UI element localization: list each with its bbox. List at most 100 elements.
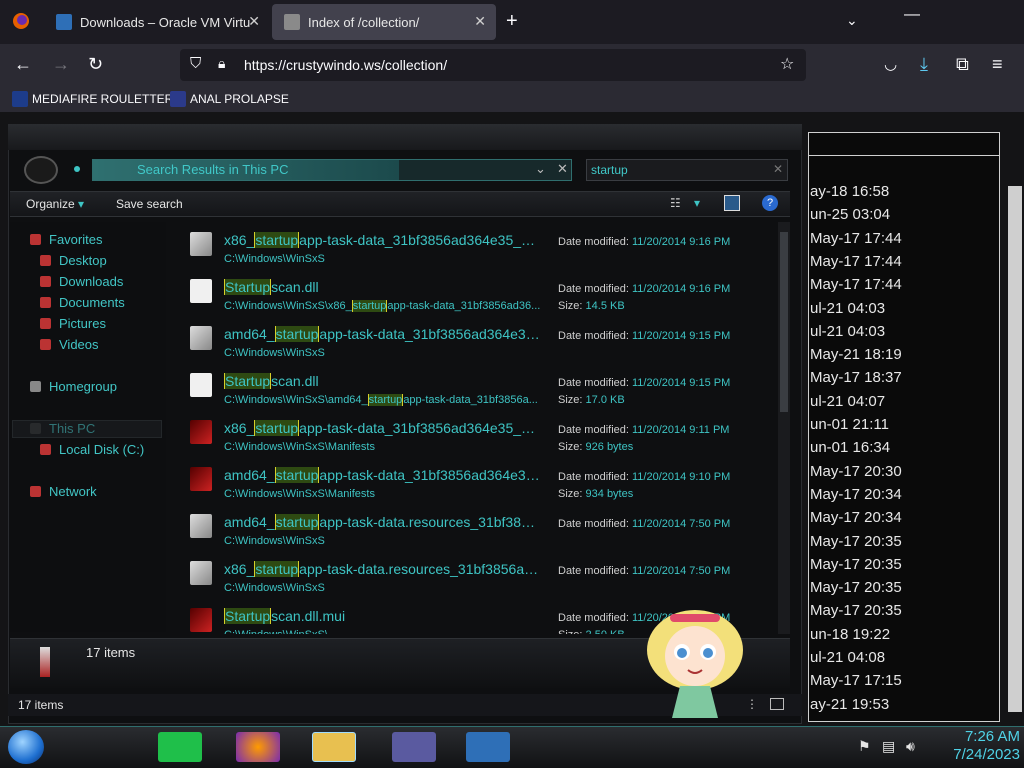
volume-icon[interactable]: 🔊︎: [906, 738, 915, 755]
flag-icon[interactable]: ⚑: [858, 738, 871, 755]
url-text[interactable]: https://crustywindo.ws/collection/: [244, 57, 447, 73]
forward-button[interactable]: →: [52, 54, 70, 75]
taskbar-explorer-icon[interactable]: [312, 732, 356, 762]
result-row[interactable]: x86_startupapp-task-data_31bf3856ad364e3…: [168, 222, 778, 269]
file-path: C:\Windows\WinSxS\Manifests: [224, 488, 375, 500]
bookmark-mediafire[interactable]: MEDIAFIRE ROULETTER: [12, 91, 173, 107]
file-name[interactable]: amd64_startupapp-task-data.resources_31b…: [224, 514, 542, 530]
search-clear-icon[interactable]: ✕: [773, 162, 783, 176]
file-icon: [190, 420, 212, 444]
address-dropdown-icon[interactable]: ⌄: [535, 161, 546, 177]
taskbar-clock[interactable]: 7:26 AM 7/24/2023: [930, 728, 1020, 764]
search-highlight: startup: [274, 326, 320, 342]
file-name[interactable]: Startupscan.dll: [224, 373, 542, 389]
search-query[interactable]: startup: [591, 163, 628, 177]
results-scroll-thumb[interactable]: [780, 232, 788, 412]
explorer-search-box[interactable]: startup ✕: [586, 159, 788, 181]
search-highlight: startup: [367, 394, 404, 406]
minimize-icon[interactable]: —: [904, 6, 920, 24]
firefox-menu-icon[interactable]: [12, 12, 30, 35]
nav-local-disk[interactable]: Local Disk (C:): [40, 442, 144, 457]
menu-icon[interactable]: ≡: [992, 54, 1003, 75]
save-search-button[interactable]: Save search: [116, 197, 183, 211]
listing-timestamp: un-01 16:34: [810, 439, 891, 457]
pocket-icon[interactable]: ◡: [884, 55, 897, 73]
view-dropdown-icon[interactable]: ▾: [694, 196, 700, 210]
desktop-icon: [40, 255, 51, 266]
taskbar-notes-icon[interactable]: [158, 732, 202, 762]
taskbar-window-icon[interactable]: [392, 732, 436, 762]
tab-index-collection[interactable]: Index of /collection/ ✕: [272, 4, 496, 40]
file-size: Size: 2.50 KB: [558, 629, 625, 634]
result-row[interactable]: amd64_startupapp-task-data.resources_31b…: [168, 504, 778, 551]
downloads-icon[interactable]: ⤓: [920, 54, 928, 75]
file-name[interactable]: Startupscan.dll.mui: [224, 608, 542, 624]
bookmark-favicon-icon: [170, 91, 186, 107]
listing-header: [808, 132, 1000, 156]
nav-downloads[interactable]: Downloads: [40, 274, 123, 289]
bookmarks-toolbar: MEDIAFIRE ROULETTER ANAL PROLAPSE: [0, 86, 1024, 112]
back-button[interactable]: ←: [14, 54, 32, 75]
listing-timestamp: May-17 18:37: [810, 369, 902, 387]
date-modified: Date modified: 11/20/2014 7:50 PM: [558, 518, 731, 530]
url-bar[interactable]: ⛉ 🔒︎ https://crustywindo.ws/collection/ …: [180, 49, 806, 81]
result-row[interactable]: amd64_startupapp-task-data_31bf3856ad364…: [168, 316, 778, 363]
lock-icon[interactable]: 🔒︎: [218, 55, 225, 72]
reload-button[interactable]: ↻: [88, 54, 103, 75]
nav-network[interactable]: Network: [30, 484, 97, 499]
nav-documents[interactable]: Documents: [40, 295, 125, 310]
taskbar-virtualbox-icon[interactable]: [466, 732, 510, 762]
bookmark-prolapse[interactable]: ANAL PROLAPSE: [170, 91, 289, 107]
new-tab-button[interactable]: +: [506, 10, 518, 33]
listing-timestamp: May-17 17:15: [810, 672, 902, 690]
file-name[interactable]: x86_startupapp-task-data_31bf3856ad364e3…: [224, 232, 542, 248]
start-button[interactable]: [8, 730, 44, 764]
result-row[interactable]: Startupscan.dll C:\Windows\WinSxS\amd64_s…: [168, 363, 778, 410]
close-tab-icon[interactable]: ✕: [474, 13, 486, 30]
nav-videos[interactable]: Videos: [40, 337, 99, 352]
result-row[interactable]: Startupscan.dll C:\Windows\WinSxS\x86_sta…: [168, 269, 778, 316]
date-modified: Date modified: 11/20/2014 9:16 PM: [558, 283, 731, 295]
forward-nav-icon[interactable]: [74, 166, 80, 172]
organize-button[interactable]: Organize ▾: [26, 197, 84, 211]
file-name[interactable]: x86_startupapp-task-data.resources_31bf3…: [224, 561, 542, 577]
nav-desktop[interactable]: Desktop: [40, 253, 107, 268]
listing-timestamp: ay-21 19:53: [810, 695, 890, 713]
page-scrollbar[interactable]: [1008, 186, 1022, 712]
nav-favorites[interactable]: Favorites: [30, 232, 102, 247]
listing-timestamp: un-01 21:11: [810, 416, 889, 433]
nav-label: Pictures: [59, 316, 106, 331]
view-options-icon[interactable]: ☷: [670, 196, 681, 210]
listing-timestamp: May-17 20:35: [810, 579, 902, 597]
address-clear-icon[interactable]: ✕: [557, 161, 568, 177]
file-path: C:\Windows\WinSxS\x86_startupapp-task-da…: [224, 300, 541, 312]
file-name[interactable]: x86_startupapp-task-data_31bf3856ad364e3…: [224, 420, 542, 436]
result-row[interactable]: x86_startupapp-task-data.resources_31bf3…: [168, 551, 778, 598]
shield-icon[interactable]: ⛉: [190, 55, 201, 72]
nav-homegroup[interactable]: Homegroup: [30, 379, 117, 394]
close-tab-icon[interactable]: ✕: [248, 13, 260, 30]
help-icon[interactable]: ?: [762, 195, 778, 211]
tab-virtualbox[interactable]: Downloads – Oracle VM Virtualbox ✕: [44, 4, 270, 40]
result-row[interactable]: amd64_startupapp-task-data_31bf3856ad364…: [168, 457, 778, 504]
nav-pictures[interactable]: Pictures: [40, 316, 106, 331]
listing-timestamp: May-21 18:19: [810, 346, 902, 364]
back-nav-icon[interactable]: [24, 156, 58, 184]
taskbar-firefox-icon[interactable]: [236, 732, 280, 762]
file-size: Size: 17.0 KB: [558, 394, 625, 406]
large-icons-view-icon[interactable]: [770, 698, 784, 710]
status-item-count: 17 items: [18, 698, 64, 712]
preview-pane-icon[interactable]: [724, 195, 740, 211]
network-tray-icon[interactable]: ▤: [882, 738, 895, 755]
star-icon: [30, 234, 41, 245]
listing-timestamp: May-17 20:35: [810, 555, 902, 573]
nav-label: Network: [49, 484, 97, 499]
bookmark-star-icon[interactable]: ☆: [780, 54, 794, 74]
result-row[interactable]: x86_startupapp-task-data_31bf3856ad364e3…: [168, 410, 778, 457]
file-name[interactable]: amd64_startupapp-task-data_31bf3856ad364…: [224, 326, 542, 342]
explorer-address-bar[interactable]: Search Results in This PC ⌄ ✕: [92, 159, 572, 181]
list-all-tabs-icon[interactable]: ⌄: [846, 12, 858, 29]
file-name[interactable]: amd64_startupapp-task-data_31bf3856ad364…: [224, 467, 542, 483]
extensions-icon[interactable]: ⧉: [956, 54, 969, 75]
file-name[interactable]: Startupscan.dll: [224, 279, 542, 295]
